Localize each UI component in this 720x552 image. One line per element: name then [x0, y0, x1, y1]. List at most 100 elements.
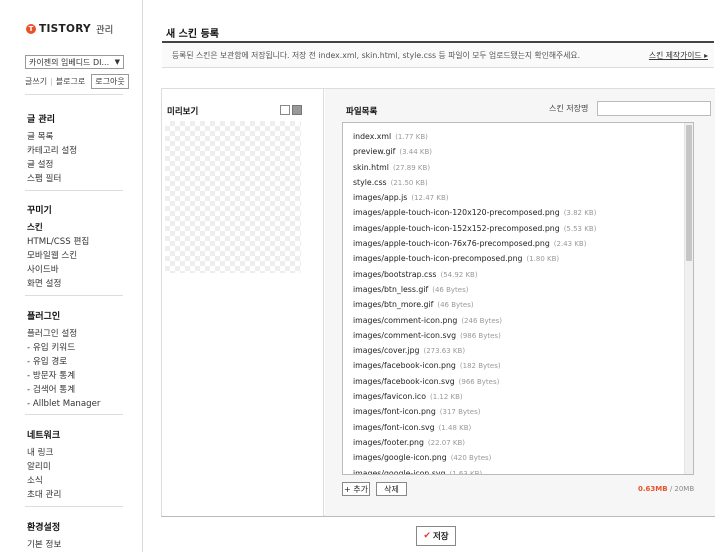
sidebar-item-screen[interactable]: 화면 설정 [27, 277, 89, 291]
file-name: style.css [353, 177, 387, 187]
chevron-down-icon: ▼ [114, 58, 120, 66]
menu-group-settings: 환경설정 기본 정보 [27, 520, 61, 552]
sidebar-item-plugin-settings[interactable]: 플러그인 설정 [27, 327, 100, 341]
sidebar: T TISTORY 관리 카이젠의 임베디드 DI... ▼ 글쓰기 | 블로그… [0, 0, 143, 552]
sidebar-item-search-stats[interactable]: - 검색어 통계 [27, 383, 100, 397]
file-name: images/apple-touch-icon-120x120-precompo… [353, 208, 560, 218]
file-row[interactable]: images/app.js (12.47 KB) [353, 190, 596, 205]
sidebar-item-inbound-paths[interactable]: - 유입 경로 [27, 355, 100, 369]
file-row[interactable]: images/font-icon.png (317 Bytes) [353, 404, 596, 419]
file-row[interactable]: style.css (21.50 KB) [353, 175, 596, 190]
menu-head-plugins: 플러그인 [27, 312, 61, 322]
menu-head-design: 꾸미기 [27, 206, 52, 216]
sidebar-divider [25, 506, 123, 507]
logout-button[interactable]: 로그아웃 [91, 74, 129, 89]
white-bg-toggle[interactable] [280, 105, 290, 115]
file-size: (246 Bytes) [461, 316, 503, 325]
file-row[interactable]: images/favicon.ico (1.12 KB) [353, 389, 596, 404]
file-list: index.xml (1.77 KB) preview.gif (3.44 KB) sk… [353, 129, 596, 475]
file-size: (3.44 KB) [399, 148, 433, 157]
file-name: images/apple-touch-icon-precomposed.png [353, 254, 523, 264]
save-button[interactable]: ✔ 저장 [416, 526, 456, 546]
menu-group-posts: 글 관리 글 목록 카테고리 설정 글 설정 스팸 필터 [27, 112, 77, 186]
sidebar-item-sidebar[interactable]: 사이드바 [27, 263, 89, 277]
file-row[interactable]: images/cover.jpg (273.63 KB) [353, 343, 596, 358]
sidebar-item-inbound-keywords[interactable]: - 유입 키워드 [27, 341, 100, 355]
storage-usage: 0.63MB / 20MB [638, 485, 694, 493]
file-size: (1.80 KB) [526, 255, 560, 264]
file-list-box[interactable]: index.xml (1.77 KB) preview.gif (3.44 KB) sk… [342, 122, 694, 475]
storage-used: 0.63MB [638, 485, 668, 493]
file-row[interactable]: images/facebook-icon.svg (966 Bytes) [353, 374, 596, 389]
sidebar-item-notifier[interactable]: 알리미 [27, 460, 61, 474]
file-name: images/google-icon.png [353, 453, 447, 463]
sidebar-item-invites[interactable]: 초대 관리 [27, 488, 61, 502]
file-row[interactable]: index.xml (1.77 KB) [353, 129, 596, 144]
file-row[interactable]: images/comment-icon.png (246 Bytes) [353, 313, 596, 328]
file-size: (54.92 KB) [440, 270, 478, 279]
tistory-logo[interactable]: T TISTORY 관리 [26, 22, 113, 36]
preview-label: 미리보기 [167, 107, 199, 117]
file-size: (1.48 KB) [438, 423, 472, 432]
scrollbar-thumb[interactable] [686, 125, 692, 261]
sidebar-item-basic-info[interactable]: 기본 정보 [27, 538, 61, 552]
file-name: images/footer.png [353, 437, 424, 447]
sidebar-divider [25, 295, 123, 296]
file-size: (46 Bytes) [432, 285, 469, 294]
sidebar-item-my-links[interactable]: 내 링크 [27, 446, 61, 460]
sidebar-item-skin[interactable]: 스킨 [27, 221, 89, 235]
sidebar-item-html-css[interactable]: HTML/CSS 편집 [27, 235, 89, 249]
file-row[interactable]: images/google-icon.svg (1.63 KB) [353, 466, 596, 475]
sidebar-item-post-settings[interactable]: 글 설정 [27, 158, 77, 172]
file-row[interactable]: images/apple-touch-icon-76x76-precompose… [353, 236, 596, 251]
file-row[interactable]: images/footer.png (22.07 KB) [353, 435, 596, 450]
save-name-label: 스킨 저장명 [549, 104, 589, 113]
file-size: (966 Bytes) [458, 377, 500, 386]
file-name: images/font-icon.svg [353, 422, 435, 432]
file-row[interactable]: images/google-icon.png (420 Bytes) [353, 450, 596, 465]
sidebar-item-category[interactable]: 카테고리 설정 [27, 144, 77, 158]
sidebar-links: 글쓰기 | 블로그로 로그아웃 [25, 74, 129, 89]
skin-guide-link[interactable]: 스킨 제작가이드 ▸ [649, 50, 708, 61]
sidebar-item-mobile-skin[interactable]: 모바일웹 스킨 [27, 249, 89, 263]
notice-bar: 등록된 스킨은 보관함에 저장됩니다. 저장 전 index.xml, skin… [162, 41, 714, 68]
file-list-scrollbar[interactable] [684, 123, 693, 474]
menu-head-settings: 환경설정 [27, 523, 61, 533]
delete-file-button[interactable]: 삭제 [376, 482, 407, 496]
notice-text: 등록된 스킨은 보관함에 저장됩니다. 저장 전 index.xml, skin… [172, 50, 581, 60]
sidebar-item-spam-filter[interactable]: 스팸 필터 [27, 172, 77, 186]
file-size: (21.50 KB) [390, 178, 428, 187]
file-size: (3.82 KB) [563, 209, 597, 218]
file-row[interactable]: skin.html (27.89 KB) [353, 160, 596, 175]
file-row[interactable]: images/btn_less.gif (46 Bytes) [353, 282, 596, 297]
file-name: images/apple-touch-icon-152x152-precompo… [353, 223, 560, 233]
storage-total: / 20MB [669, 485, 695, 493]
file-row[interactable]: images/facebook-icon.png (182 Bytes) [353, 358, 596, 373]
file-row[interactable]: images/apple-touch-icon-120x120-precompo… [353, 205, 596, 220]
go-blog-link[interactable]: 블로그로 [53, 76, 88, 87]
file-row[interactable]: preview.gif (3.44 KB) [353, 144, 596, 159]
main-content: 새 스킨 등록 등록된 스킨은 보관함에 저장됩니다. 저장 전 index.x… [143, 0, 720, 552]
file-name: images/google-icon.svg [353, 468, 446, 475]
write-link[interactable]: 글쓰기 [25, 76, 50, 87]
sidebar-item-visitor-stats[interactable]: - 방문자 통계 [27, 369, 100, 383]
file-row[interactable]: images/apple-touch-icon-152x152-precompo… [353, 221, 596, 236]
file-row[interactable]: images/apple-touch-icon-precomposed.png(… [353, 251, 596, 266]
blog-select[interactable]: 카이젠의 임베디드 DI... ▼ [25, 55, 124, 69]
blog-select-value: 카이젠의 임베디드 DI... [29, 57, 110, 67]
sidebar-item-allblet[interactable]: - Allblet Manager [27, 397, 100, 411]
file-name: images/btn_more.gif [353, 300, 434, 310]
file-row[interactable]: images/btn_more.gif (46 Bytes) [353, 297, 596, 312]
file-name: images/cover.jpg [353, 346, 420, 356]
file-name: images/facebook-icon.png [353, 361, 456, 371]
add-file-button[interactable]: + 추가 [342, 482, 370, 496]
file-row[interactable]: images/bootstrap.css (54.92 KB) [353, 267, 596, 282]
sidebar-item-news[interactable]: 소식 [27, 474, 61, 488]
file-row[interactable]: images/comment-icon.svg (986 Bytes) [353, 328, 596, 343]
check-icon: ✔ [423, 531, 431, 541]
skin-name-input[interactable] [597, 101, 711, 116]
sidebar-item-post-list[interactable]: 글 목록 [27, 130, 77, 144]
gray-bg-toggle[interactable] [292, 105, 302, 115]
file-size: (273.63 KB) [423, 347, 466, 356]
file-row[interactable]: images/font-icon.svg (1.48 KB) [353, 420, 596, 435]
